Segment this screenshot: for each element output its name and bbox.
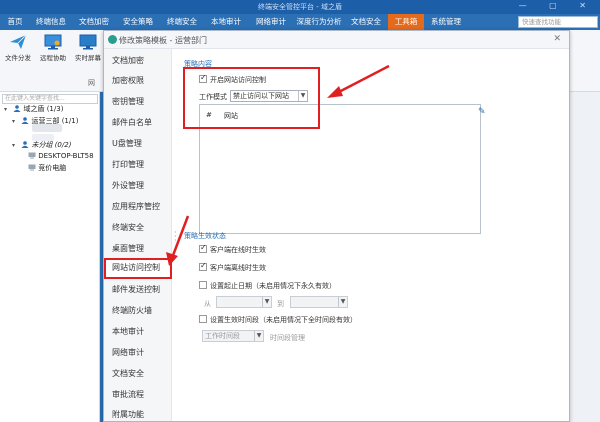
nav-approval-flow[interactable]: 审批流程 bbox=[104, 385, 172, 405]
group-icon bbox=[21, 117, 29, 124]
blurred-item bbox=[32, 124, 62, 132]
nav-website-access-control[interactable]: 网站访问控制 bbox=[104, 258, 172, 279]
background-panel bbox=[570, 92, 600, 422]
to-label: 到 bbox=[277, 300, 284, 308]
offline-effect-option[interactable]: 客户端离线时生效 bbox=[199, 261, 266, 273]
tree-node-root[interactable]: ▾ 域之盾 (1/3) bbox=[4, 104, 63, 114]
computer-icon bbox=[28, 164, 36, 171]
expand-icon[interactable]: ▾ bbox=[12, 118, 19, 125]
nav-encrypt-permission[interactable]: 加密权限 bbox=[104, 71, 172, 91]
terminal-tree-panel: 在此键入关键字查找... ▾ 域之盾 (1/3) ▾ 运营三部 (1/1) ▾ … bbox=[0, 92, 100, 422]
tree-node-pc2[interactable]: 竞价电脑 bbox=[28, 163, 66, 173]
date-range-checkbox[interactable] bbox=[199, 281, 207, 289]
dialog-title: 修改策略模板 - 运营部门 bbox=[119, 36, 207, 45]
toolbar-group-label: 网 bbox=[88, 79, 95, 87]
tree-root-label: 域之盾 (1/3) bbox=[23, 105, 64, 113]
menu-doc-encrypt[interactable]: 文档加密 bbox=[72, 14, 116, 30]
window-title: 终端安全管控平台 - 域之盾 bbox=[258, 3, 342, 11]
date-range-option[interactable]: 设置起止日期（未启用情况下永久有效） bbox=[199, 281, 336, 291]
dialog-header: 修改策略模板 - 运营部门 ✕ bbox=[104, 31, 569, 49]
nav-local-audit[interactable]: 本地审计 bbox=[104, 322, 172, 342]
remote-assist-label: 远程协助 bbox=[40, 54, 66, 62]
live-screen-label: 实时屏幕 bbox=[75, 54, 101, 62]
nav-doc-encrypt[interactable]: 文档加密 bbox=[104, 51, 172, 71]
chevron-down-icon: ▼ bbox=[254, 331, 263, 341]
end-date-select[interactable]: ▼ bbox=[290, 296, 348, 308]
online-effect-checkbox[interactable] bbox=[199, 243, 207, 253]
tree-node-ungrouped[interactable]: ▾ 未分组 (0/2) bbox=[12, 140, 71, 150]
file-distribute-button[interactable]: 文件分发 bbox=[2, 34, 34, 68]
offline-effect-label: 客户端离线时生效 bbox=[210, 264, 266, 272]
nav-peripheral-manage[interactable]: 外设管理 bbox=[104, 176, 172, 196]
nav-app-control[interactable]: 应用程序管控 bbox=[104, 197, 172, 217]
chevron-down-icon: ▼ bbox=[262, 297, 271, 307]
start-date-select[interactable]: ▼ bbox=[216, 296, 272, 308]
tree-search-input[interactable]: 在此键入关键字查找... bbox=[2, 94, 98, 104]
quick-search-input[interactable]: 快速查找功能 bbox=[518, 16, 598, 28]
menu-home[interactable]: 首页 bbox=[0, 14, 30, 30]
expand-icon[interactable]: ▾ bbox=[12, 142, 19, 149]
blurred-item bbox=[32, 134, 54, 141]
menu-network-audit[interactable]: 网络审计 bbox=[248, 14, 294, 30]
nav-print-manage[interactable]: 打印管理 bbox=[104, 155, 172, 175]
time-period-option[interactable]: 设置生效时间段（未启用情况下全时间段有效） bbox=[199, 315, 357, 325]
menu-local-audit[interactable]: 本地审计 bbox=[204, 14, 248, 30]
tree-ungrouped-label: 未分组 (0/2) bbox=[31, 141, 72, 149]
annotation-arrow-icon bbox=[327, 64, 390, 98]
time-period-checkbox[interactable] bbox=[199, 315, 207, 323]
online-effect-option[interactable]: 客户端在线时生效 bbox=[199, 243, 266, 255]
nav-desktop-manage[interactable]: 桌面管理 bbox=[104, 239, 172, 259]
menu-doc-security[interactable]: 文档安全 bbox=[344, 14, 388, 30]
app-logo-icon bbox=[108, 35, 117, 44]
nav-usb-manage[interactable]: U盘管理 bbox=[104, 134, 172, 154]
offline-effect-checkbox[interactable] bbox=[199, 261, 207, 271]
send-icon bbox=[10, 34, 27, 49]
window-controls[interactable]: — ▢ ✕ bbox=[519, 1, 596, 10]
menu-terminal-security[interactable]: 终端安全 bbox=[160, 14, 204, 30]
file-distribute-label: 文件分发 bbox=[5, 54, 31, 62]
expand-icon[interactable]: ▾ bbox=[4, 106, 11, 113]
nav-network-audit[interactable]: 网络审计 bbox=[104, 343, 172, 363]
menu-toolbox[interactable]: 工具箱 bbox=[388, 14, 424, 30]
annotation-arrow-icon bbox=[166, 215, 190, 266]
nav-terminal-firewall[interactable]: 终端防火墙 bbox=[104, 301, 172, 321]
group-icon bbox=[13, 105, 21, 112]
monitor-icon bbox=[79, 34, 97, 50]
menu-system-manage[interactable]: 系统管理 bbox=[424, 14, 468, 30]
online-effect-label: 客户端在线时生效 bbox=[210, 246, 266, 254]
chevron-down-icon: ▼ bbox=[338, 297, 347, 307]
nav-extra-functions[interactable]: 附属功能 bbox=[104, 405, 172, 422]
time-period-manage-link[interactable]: 时间段管理 bbox=[270, 333, 305, 343]
tree-node-pc1[interactable]: DESKTOP-BLT58 bbox=[28, 152, 94, 160]
nav-terminal-security[interactable]: 终端安全 bbox=[104, 218, 172, 238]
annotation-box bbox=[183, 67, 320, 129]
menu-terminal-info[interactable]: 终端信息 bbox=[30, 14, 72, 30]
computer-icon bbox=[28, 152, 36, 159]
menu-behavior-analysis[interactable]: 深度行为分析 bbox=[294, 14, 344, 30]
remote-assist-button[interactable]: 远程协助 bbox=[37, 34, 69, 68]
close-icon[interactable]: ✕ bbox=[553, 34, 561, 44]
nav-key-manage[interactable]: 密钥管理 bbox=[104, 92, 172, 112]
nav-mail-whitelist[interactable]: 邮件白名单 bbox=[104, 113, 172, 133]
date-range-label: 设置起止日期（未启用情况下永久有效） bbox=[210, 282, 336, 290]
group-icon bbox=[21, 141, 29, 148]
pencil-icon[interactable]: ✎ bbox=[478, 107, 486, 117]
time-period-label: 设置生效时间段（未启用情况下全时间段有效） bbox=[210, 316, 357, 324]
main-menu-bar: 首页 终端信息 文档加密 安全策略 终端安全 本地审计 网络审计 深度行为分析 … bbox=[0, 14, 600, 30]
time-period-value: 工作时间段 bbox=[205, 332, 240, 340]
title-bar: 终端安全管控平台 - 域之盾 — ▢ ✕ bbox=[0, 0, 600, 14]
time-period-select[interactable]: 工作时间段 ▼ bbox=[202, 330, 264, 342]
from-label: 从 bbox=[204, 300, 211, 308]
tree-pc1-label: DESKTOP-BLT58 bbox=[38, 152, 94, 160]
tree-pc2-label: 竞价电脑 bbox=[38, 164, 67, 172]
nav-doc-security[interactable]: 文档安全 bbox=[104, 364, 172, 384]
live-screen-button[interactable]: 实时屏幕 bbox=[72, 34, 104, 68]
menu-security-policy[interactable]: 安全策略 bbox=[116, 14, 160, 30]
nav-mail-send-control[interactable]: 邮件发送控制 bbox=[104, 280, 172, 300]
remote-screen-icon bbox=[44, 34, 62, 50]
policy-nav: 文档加密 加密权限 密钥管理 邮件白名单 U盘管理 打印管理 外设管理 应用程序… bbox=[104, 49, 172, 421]
